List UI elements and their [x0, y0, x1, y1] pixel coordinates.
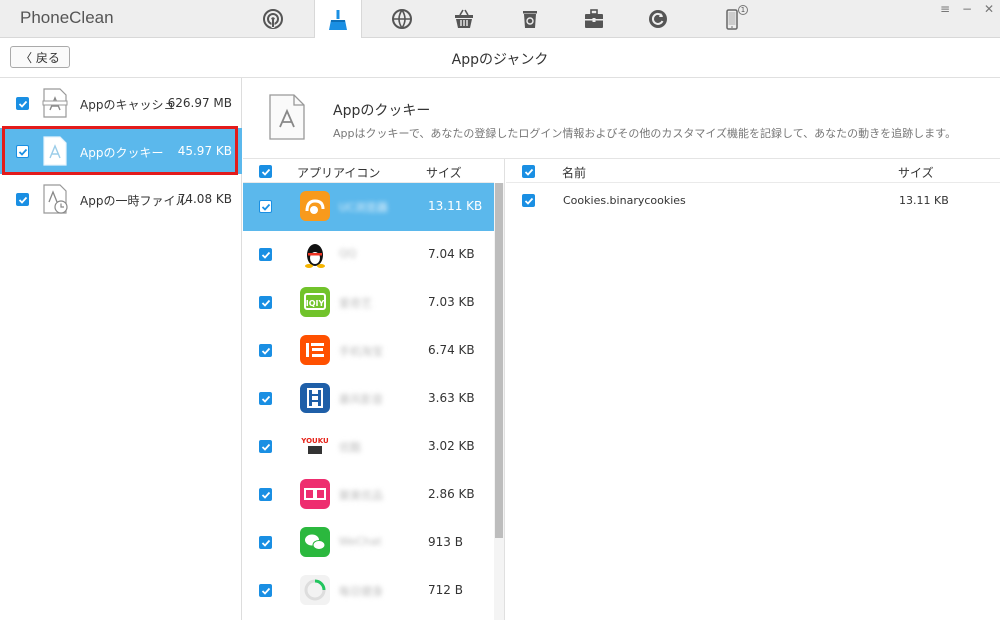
- col-file-size-header: サイズ: [898, 166, 934, 180]
- sidebar-item-size: 626.97 MB: [167, 96, 232, 110]
- category-title: Appのクッキー: [333, 103, 431, 119]
- file-name: Cookies.binarycookies: [563, 194, 686, 207]
- restore-icon[interactable]: [634, 0, 682, 38]
- app-name: UC浏览器: [339, 201, 388, 214]
- category-info: Appのクッキー Appはクッキーで、あなたの登録したログイン情報およびその他の…: [243, 78, 1000, 159]
- app-name: WeChat: [339, 535, 382, 548]
- app-name: 聚美优品: [339, 489, 383, 502]
- highlight-frame: [2, 126, 238, 175]
- app-size: 7.04 KB: [428, 247, 475, 261]
- sidebar-item-app-cache[interactable]: Appのキャッシュ 626.97 MB: [0, 80, 242, 126]
- app-size: 6.74 KB: [428, 343, 475, 357]
- checkbox[interactable]: [259, 344, 272, 357]
- checkbox[interactable]: [259, 440, 272, 453]
- title-bar: PhoneClean 1 ≡ − ✕: [0, 0, 1000, 39]
- wechat-icon: [300, 527, 330, 557]
- app-clock-icon: [43, 184, 68, 214]
- app-size: 3.02 KB: [428, 439, 475, 453]
- app-size: 13.11 KB: [428, 199, 483, 213]
- youku-icon: YOUKU: [300, 431, 330, 461]
- file-list-header: 名前 サイズ: [506, 159, 1000, 183]
- checkbox[interactable]: [16, 97, 29, 110]
- checkbox[interactable]: [16, 193, 29, 206]
- sidebar-item-app-temp[interactable]: Appの一時ファイル 74.08 KB: [0, 176, 242, 222]
- app-row[interactable]: 暴风影音 3.63 KB: [243, 375, 494, 423]
- wifi-sync-icon[interactable]: [249, 0, 297, 38]
- sidebar-item-size: 74.08 KB: [177, 192, 232, 206]
- iqiyi-icon: IQIY: [300, 287, 330, 317]
- col-name-header: 名前: [562, 166, 587, 180]
- checkbox[interactable]: [259, 584, 272, 597]
- app-name: 每日健身: [339, 585, 383, 598]
- app-name: 优酷: [339, 441, 361, 454]
- page-title: Appのジャンク: [451, 52, 549, 68]
- col-app-icon-header: アプリアイコン: [297, 166, 381, 180]
- svg-text:IQIY: IQIY: [306, 299, 325, 308]
- app-name: 暴风影音: [339, 393, 383, 406]
- close-button[interactable]: ✕: [982, 2, 996, 16]
- circle-progress-icon: [300, 575, 330, 605]
- checkbox[interactable]: [259, 296, 272, 309]
- taobao-icon: [300, 335, 330, 365]
- toolbox-icon[interactable]: [570, 0, 618, 38]
- checkbox[interactable]: [522, 194, 535, 207]
- select-all-files-checkbox[interactable]: [522, 165, 535, 178]
- internet-globe-icon[interactable]: [378, 0, 426, 38]
- app-row[interactable]: 每日健身 712 B: [243, 567, 494, 615]
- checkbox[interactable]: [259, 392, 272, 405]
- app-row[interactable]: 手机淘宝 6.74 KB: [243, 327, 494, 375]
- svg-text:YOUKU: YOUKU: [300, 437, 329, 445]
- app-row[interactable]: YOUKU 优酷 3.02 KB: [243, 423, 494, 471]
- page-header: 〈 戻る Appのジャンク: [0, 38, 1000, 78]
- checkbox[interactable]: [259, 248, 272, 261]
- app-name: 手机淘宝: [339, 345, 383, 358]
- app-size: 7.03 KB: [428, 295, 475, 309]
- app-name: QQ: [339, 247, 357, 260]
- app-row[interactable]: IQIY 爱奇艺 7.03 KB: [243, 279, 494, 327]
- trash-icon[interactable]: [506, 0, 554, 38]
- jumei-icon: [300, 479, 330, 509]
- scrollbar-thumb[interactable]: [495, 183, 503, 538]
- app-list-panel: アプリアイコン サイズ UC浏览器 13.11 KB QQ 7.04 KB IQ…: [243, 159, 505, 620]
- app-size: 2.86 KB: [428, 487, 475, 501]
- film-strip-icon: [300, 383, 330, 413]
- app-list-header: アプリアイコン サイズ: [243, 159, 494, 183]
- menu-button[interactable]: ≡: [938, 2, 952, 16]
- app-size: 3.63 KB: [428, 391, 475, 405]
- app-document-icon: [269, 94, 305, 140]
- app-title: PhoneClean: [20, 8, 114, 27]
- app-row[interactable]: 聚美优品 2.86 KB: [243, 471, 494, 519]
- app-row[interactable]: WeChat 913 B: [243, 519, 494, 567]
- app-size: 913 B: [428, 535, 463, 549]
- phone-icon[interactable]: 1: [708, 0, 756, 38]
- file-list-panel: 名前 サイズ Cookies.binarycookies 13.11 KB: [506, 159, 1000, 620]
- checkbox[interactable]: [259, 536, 272, 549]
- minimize-button[interactable]: −: [960, 2, 974, 16]
- checkbox[interactable]: [259, 200, 272, 213]
- file-size: 13.11 KB: [899, 194, 949, 207]
- file-row[interactable]: Cookies.binarycookies 13.11 KB: [506, 187, 1000, 213]
- basket-icon[interactable]: [440, 0, 488, 38]
- category-description: Appはクッキーで、あなたの登録したログイン情報およびその他のカスタマイズ機能を…: [333, 127, 957, 140]
- col-size-header: サイズ: [426, 166, 462, 180]
- app-name: 爱奇艺: [339, 297, 372, 310]
- broom-clean-icon[interactable]: [314, 0, 362, 39]
- app-store-icon: [42, 88, 68, 118]
- device-count-badge: 1: [738, 5, 748, 15]
- app-row[interactable]: UC浏览器 13.11 KB: [243, 183, 494, 231]
- sidebar-item-label: Appの一時ファイル: [80, 194, 188, 208]
- sidebar-item-label: Appのキャッシュ: [80, 98, 176, 112]
- select-all-checkbox[interactable]: [259, 165, 272, 178]
- app-size: 712 B: [428, 583, 463, 597]
- app-row[interactable]: QQ 7.04 KB: [243, 231, 494, 279]
- qq-penguin-icon: [300, 239, 330, 269]
- checkbox[interactable]: [259, 488, 272, 501]
- uc-browser-icon: [300, 191, 330, 221]
